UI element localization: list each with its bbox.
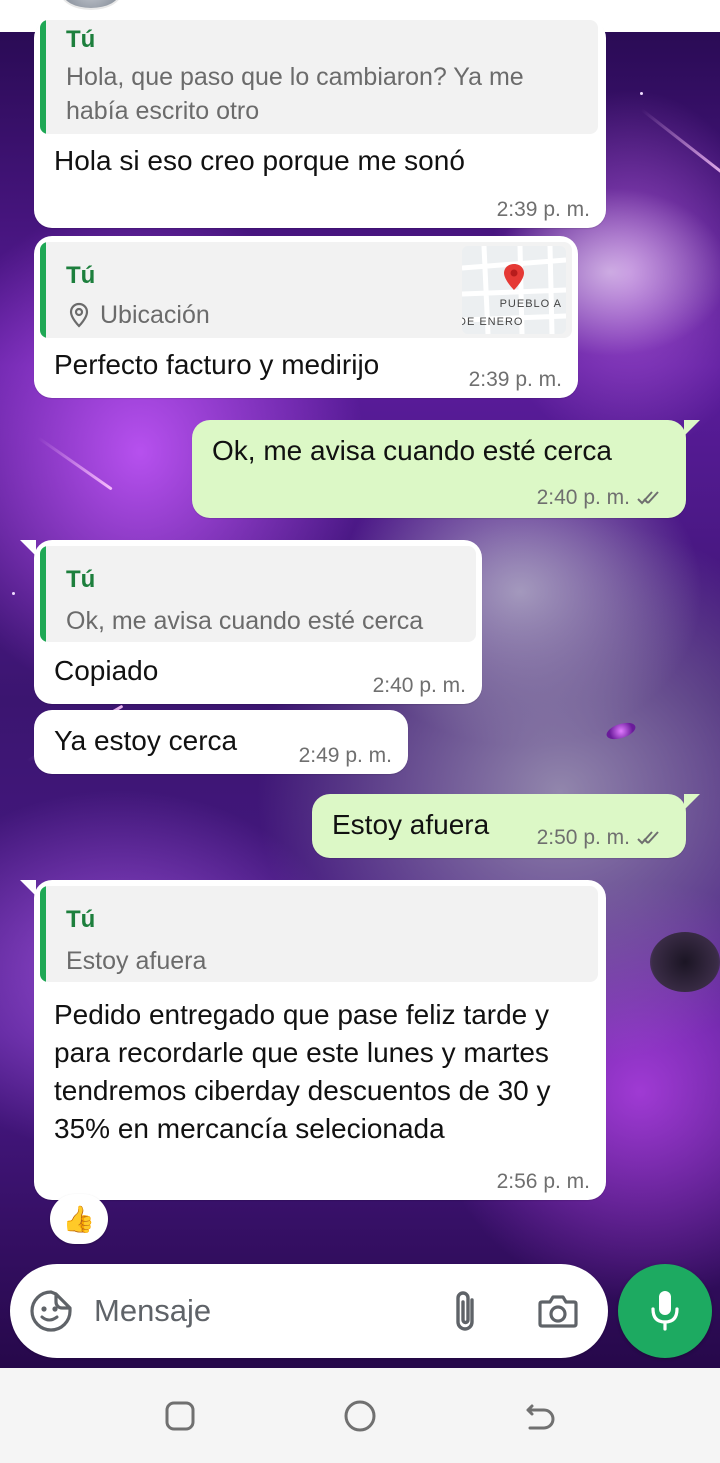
sticker-emoji-icon[interactable] — [28, 1288, 74, 1334]
quoted-reply[interactable]: Tú Estoy afuera — [40, 886, 598, 982]
wolf-eye — [604, 719, 638, 743]
message-time: 2:39 p. m. — [496, 198, 590, 221]
message-text: Hola si eso creo porque me sonó — [54, 145, 465, 176]
contact-avatar[interactable] — [60, 0, 122, 10]
read-ticks-icon — [636, 490, 666, 506]
message-text: Pedido entregado que pase feliz tarde y … — [54, 999, 551, 1144]
message-bubble-incoming[interactable]: Tú Ubicación PUEBLO A DE ENERO Perfecto … — [34, 236, 578, 398]
message-time: 2:39 p. m. — [468, 368, 562, 391]
system-navigation-bar — [0, 1368, 720, 1463]
message-time: 2:56 p. m. — [496, 1170, 590, 1193]
message-time: 2:49 p. m. — [298, 744, 392, 767]
bubble-tail — [684, 420, 700, 436]
quote-accent-bar — [40, 20, 46, 134]
thumbs-up-reaction[interactable]: 👍 — [50, 1194, 108, 1244]
shooting-star — [37, 436, 113, 491]
home-circle-icon[interactable] — [340, 1398, 380, 1434]
message-time: 2:40 p. m. — [372, 674, 466, 697]
quoted-reply[interactable]: Tú Ubicación PUEBLO A DE ENERO — [40, 242, 572, 338]
message-composer — [10, 1264, 608, 1358]
message-bubble-incoming[interactable]: Ya estoy cerca 2:49 p. m. — [34, 710, 408, 774]
message-text: Estoy afuera — [332, 809, 490, 840]
message-text: Copiado — [54, 655, 159, 686]
quoted-reply[interactable]: Tú Hola, que paso que lo cambiaron? Ya m… — [40, 20, 598, 134]
quote-accent-bar — [40, 886, 46, 982]
quote-accent-bar — [40, 546, 46, 642]
message-bubble-outgoing[interactable]: Estoy afuera 2:50 p. m. — [312, 794, 686, 858]
read-ticks-icon — [636, 830, 666, 846]
quote-author: Tú — [66, 906, 96, 933]
message-text: Ya estoy cerca — [54, 725, 238, 756]
message-time: 2:50 p. m. — [536, 826, 630, 849]
message-text: Ok, me avisa cuando esté cerca — [212, 435, 612, 466]
star — [640, 92, 643, 95]
microphone-icon — [649, 1289, 681, 1333]
star — [12, 592, 15, 595]
message-bubble-incoming[interactable]: Tú Estoy afuera Pedido entregado que pas… — [34, 880, 606, 1200]
quote-text: Hola, que paso que lo cambiaron? Ya me h… — [66, 63, 524, 125]
map-label: DE ENERO — [462, 316, 524, 328]
wolf-nose — [650, 932, 720, 992]
location-pin-icon — [68, 302, 90, 328]
message-input[interactable] — [94, 1286, 424, 1336]
recents-square-icon[interactable] — [160, 1398, 200, 1434]
location-map-thumbnail[interactable]: PUEBLO A DE ENERO — [462, 246, 566, 334]
quote-text: Ok, me avisa cuando esté cerca — [66, 607, 424, 635]
bubble-tail — [20, 540, 36, 556]
paperclip-icon[interactable] — [446, 1286, 486, 1336]
quote-author: Tú — [66, 26, 96, 53]
message-text: Perfecto facturo y medirijo — [54, 349, 380, 380]
bubble-tail — [684, 794, 700, 810]
quote-author: Tú — [66, 262, 96, 289]
camera-icon[interactable] — [536, 1288, 580, 1334]
map-label: PUEBLO A — [499, 298, 562, 310]
bubble-tail — [20, 880, 36, 896]
microphone-button[interactable] — [618, 1264, 712, 1358]
quote-accent-bar — [40, 242, 46, 338]
back-arrow-icon[interactable] — [520, 1398, 560, 1434]
quote-text: Estoy afuera — [66, 947, 207, 975]
quoted-reply[interactable]: Tú Ok, me avisa cuando esté cerca — [40, 546, 476, 642]
message-bubble-outgoing[interactable]: Ok, me avisa cuando esté cerca 2:40 p. m… — [192, 420, 686, 518]
message-bubble-incoming[interactable]: Tú Ok, me avisa cuando esté cerca Copiad… — [34, 540, 482, 704]
message-bubble-incoming[interactable]: Tú Hola, que paso que lo cambiaron? Ya m… — [34, 20, 606, 228]
message-time: 2:40 p. m. — [536, 486, 630, 509]
shooting-star — [640, 108, 720, 179]
quote-author: Tú — [66, 566, 96, 593]
